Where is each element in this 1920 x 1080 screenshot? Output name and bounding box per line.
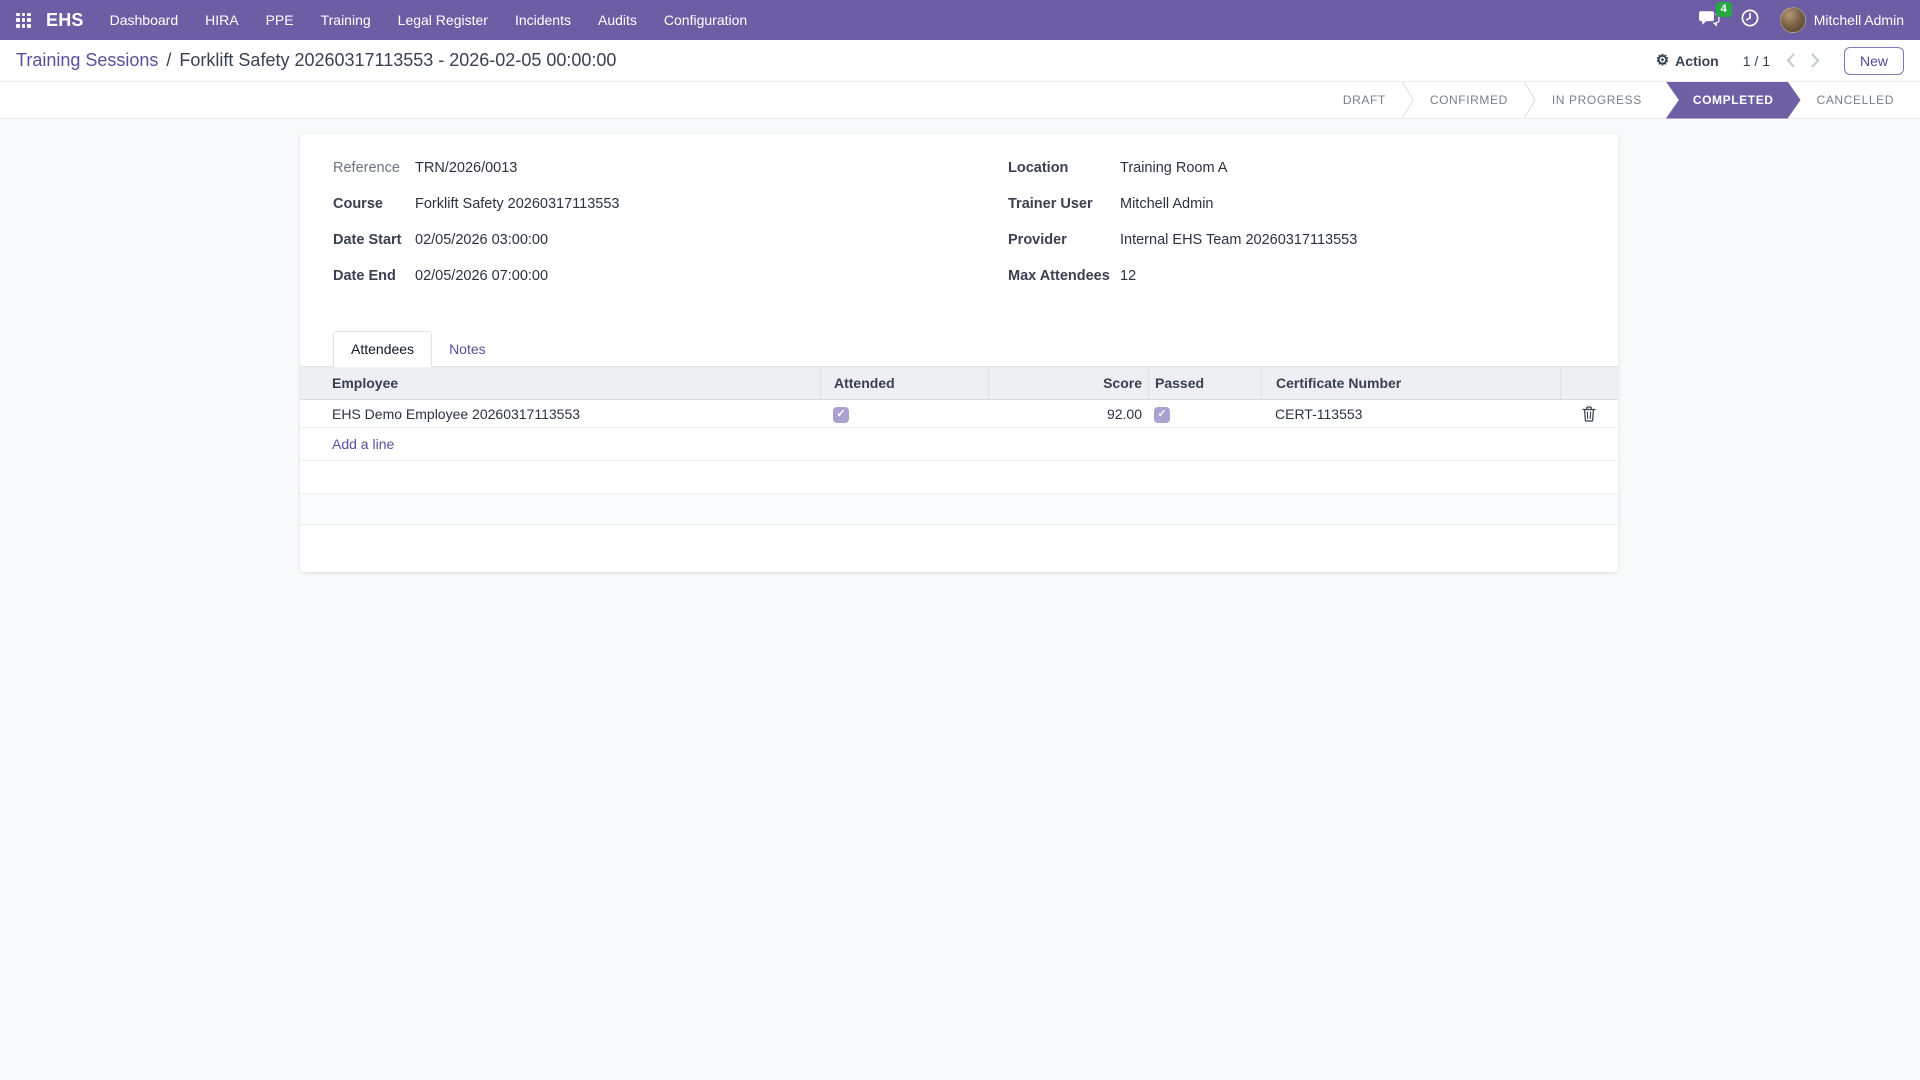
field-provider: Provider Internal EHS Team 2026031711355… [1008, 232, 1585, 255]
field-label: Course [333, 196, 415, 212]
pager-next-icon[interactable] [1811, 53, 1820, 68]
field-value[interactable]: 02/05/2026 07:00:00 [415, 268, 548, 284]
field-label: Provider [1008, 232, 1120, 248]
field-value[interactable]: TRN/2026/0013 [415, 160, 517, 176]
attended-cell: ✓ [820, 404, 988, 423]
user-menu[interactable]: Mitchell Admin [1780, 7, 1904, 33]
avatar [1780, 7, 1806, 33]
field-course: Course Forklift Safety 20260317113553 [333, 196, 943, 219]
column-header-passed[interactable]: Passed [1148, 367, 1261, 399]
field-label: Trainer User [1008, 196, 1120, 212]
field-date-end: Date End 02/05/2026 07:00:00 [333, 268, 943, 291]
status-step-in-progress[interactable]: IN PROGRESS [1536, 93, 1658, 107]
app-name[interactable]: EHS [46, 10, 84, 31]
column-header-certificate[interactable]: Certificate Number [1261, 367, 1560, 399]
employee-cell[interactable]: EHS Demo Employee 20260317113553 [300, 406, 820, 422]
column-header-attended[interactable]: Attended [820, 367, 988, 399]
control-panel: Training Sessions / Forklift Safety 2026… [0, 40, 1920, 82]
status-step-confirmed[interactable]: CONFIRMED [1414, 93, 1524, 107]
pager: 1 / 1 [1743, 53, 1820, 69]
column-header-score[interactable]: Score [988, 367, 1148, 399]
nav-item-legal-register[interactable]: Legal Register [398, 12, 488, 28]
field-location: Location Training Room A [1008, 160, 1585, 183]
field-value[interactable]: Training Room A [1120, 160, 1227, 176]
breadcrumb-separator: / [166, 50, 171, 71]
passed-checkbox[interactable]: ✓ [1154, 407, 1170, 423]
field-label: Location [1008, 160, 1120, 176]
empty-table-row-striped [300, 494, 1618, 525]
field-label: Date Start [333, 232, 415, 248]
breadcrumb-parent[interactable]: Training Sessions [16, 50, 158, 71]
field-label: Reference [333, 160, 415, 176]
nav-item-training[interactable]: Training [321, 12, 371, 28]
top-navbar: EHS Dashboard HIRA PPE Training Legal Re… [0, 0, 1920, 40]
score-cell[interactable]: 92.00 [988, 406, 1148, 422]
message-count-badge: 4 [1716, 2, 1732, 17]
field-value[interactable]: 12 [1120, 268, 1136, 284]
attendees-table: Employee Attended Score Passed Certifica… [300, 367, 1618, 525]
user-name: Mitchell Admin [1814, 12, 1904, 28]
delete-row-trash-icon[interactable] [1582, 406, 1596, 422]
column-header-actions [1560, 367, 1618, 399]
nav-item-hira[interactable]: HIRA [205, 12, 238, 28]
table-header: Employee Attended Score Passed Certifica… [300, 367, 1618, 400]
passed-cell: ✓ [1148, 404, 1261, 423]
status-separator-icon [1524, 82, 1536, 118]
field-value[interactable]: Internal EHS Team 20260317113553 [1120, 232, 1357, 248]
action-button[interactable]: ⚙ Action [1656, 53, 1719, 69]
pager-previous-icon[interactable] [1786, 53, 1795, 68]
gear-icon: ⚙ [1656, 53, 1669, 68]
pager-value: 1 / 1 [1743, 53, 1770, 69]
certificate-cell[interactable]: CERT-113553 [1261, 406, 1560, 422]
form-sheet: Reference TRN/2026/0013 Course Forklift … [300, 134, 1618, 572]
table-row[interactable]: EHS Demo Employee 20260317113553 ✓ 92.00… [300, 400, 1618, 428]
field-date-start: Date Start 02/05/2026 03:00:00 [333, 232, 943, 255]
breadcrumb-current: Forklift Safety 20260317113553 - 2026-02… [179, 50, 616, 71]
field-label: Date End [333, 268, 415, 284]
notebook-tabs: Attendees Notes [300, 331, 1618, 367]
main-menu: Dashboard HIRA PPE Training Legal Regist… [110, 12, 748, 28]
field-label: Max Attendees [1008, 268, 1120, 284]
tab-notes[interactable]: Notes [432, 332, 503, 366]
field-value[interactable]: Mitchell Admin [1120, 196, 1213, 212]
statusbar: DRAFT CONFIRMED IN PROGRESS COMPLETED CA… [0, 82, 1920, 119]
activity-clock-icon[interactable] [1740, 8, 1760, 33]
status-step-draft[interactable]: DRAFT [1327, 93, 1402, 107]
status-step-completed-active[interactable]: COMPLETED [1666, 82, 1801, 119]
tab-attendees[interactable]: Attendees [333, 331, 432, 367]
attended-checkbox[interactable]: ✓ [833, 407, 849, 423]
apps-menu-icon[interactable] [16, 13, 31, 28]
messages-button[interactable]: 4 [1698, 9, 1720, 32]
field-max-attendees: Max Attendees 12 [1008, 268, 1585, 291]
nav-item-incidents[interactable]: Incidents [515, 12, 571, 28]
nav-item-ppe[interactable]: PPE [266, 12, 294, 28]
status-step-cancelled[interactable]: CANCELLED [1801, 93, 1910, 107]
nav-item-dashboard[interactable]: Dashboard [110, 12, 179, 28]
nav-item-audits[interactable]: Audits [598, 12, 637, 28]
action-button-label: Action [1675, 53, 1719, 69]
column-header-employee[interactable]: Employee [300, 367, 820, 399]
field-value[interactable]: 02/05/2026 03:00:00 [415, 232, 548, 248]
field-grid: Reference TRN/2026/0013 Course Forklift … [300, 160, 1618, 304]
status-separator-icon [1402, 82, 1414, 118]
empty-table-row [300, 461, 1618, 494]
nav-item-configuration[interactable]: Configuration [664, 12, 747, 28]
new-button[interactable]: New [1844, 47, 1904, 75]
add-a-line-link[interactable]: Add a line [300, 428, 1618, 461]
field-reference: Reference TRN/2026/0013 [333, 160, 943, 183]
field-value[interactable]: Forklift Safety 20260317113553 [415, 196, 620, 212]
field-trainer-user: Trainer User Mitchell Admin [1008, 196, 1585, 219]
breadcrumb: Training Sessions / Forklift Safety 2026… [16, 50, 616, 71]
